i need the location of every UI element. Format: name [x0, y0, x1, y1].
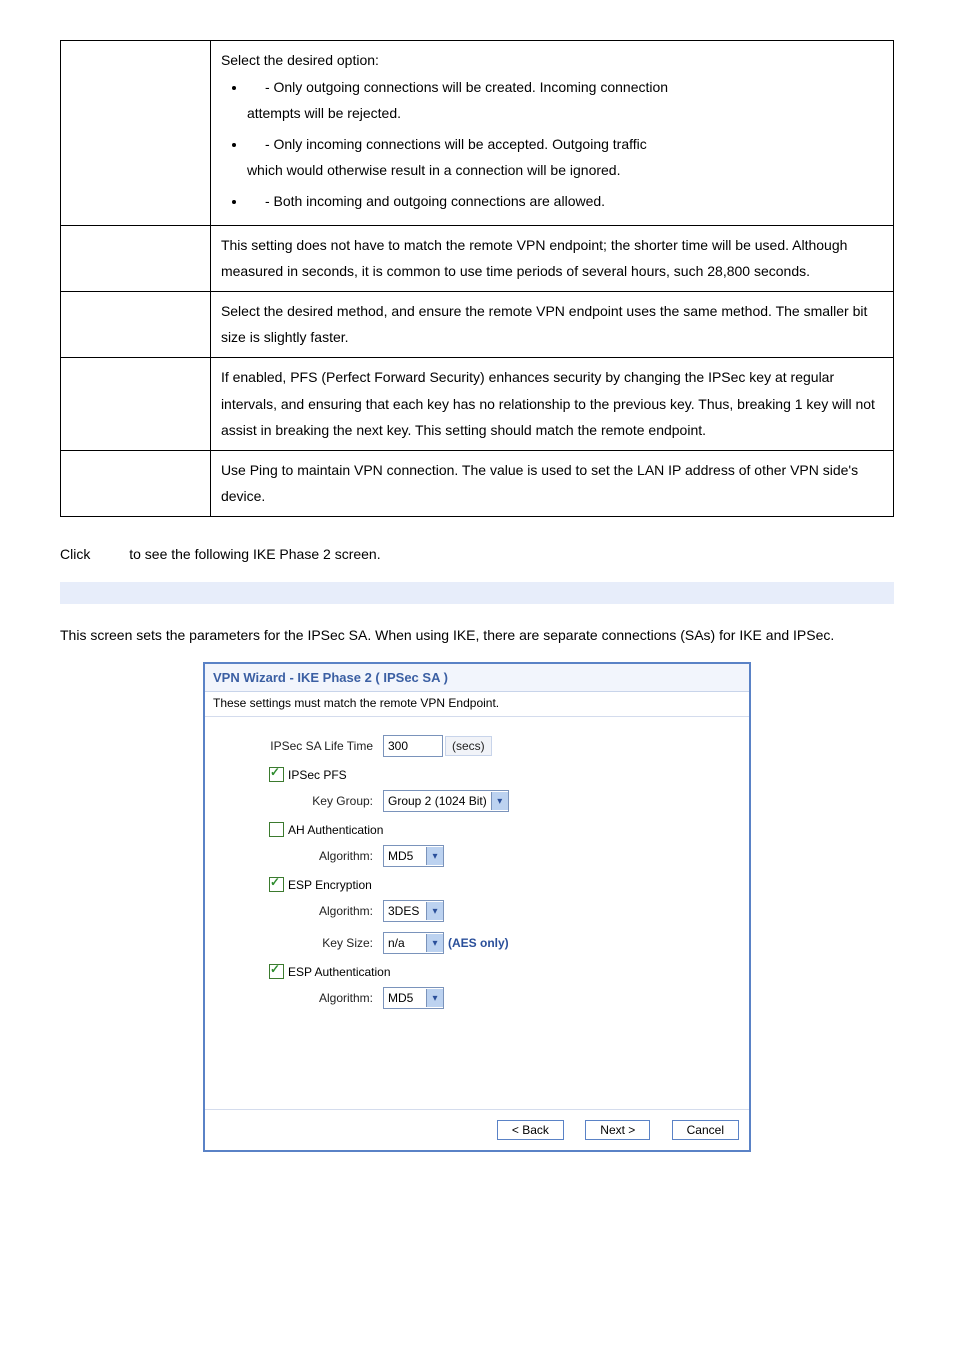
click-line: Click to see the following IKE Phase 2 s… — [60, 541, 894, 568]
options-row1-label — [61, 41, 211, 226]
chevron-down-icon: ▾ — [426, 902, 443, 920]
chevron-down-icon: ▾ — [491, 792, 508, 810]
section-band — [60, 582, 894, 604]
esp-auth-checkbox[interactable] — [269, 964, 284, 979]
ah-algo-value: MD5 — [388, 849, 422, 863]
options-row4-cell: If enabled, PFS (Perfect Forward Securit… — [210, 357, 893, 450]
options-row3-cell: Select the desired method, and ensure th… — [210, 291, 893, 357]
options-table: Select the desired option: - Only outgoi… — [60, 40, 894, 517]
ah-auth-checkbox[interactable] — [269, 822, 284, 837]
screen-desc: This screen sets the parameters for the … — [60, 622, 894, 649]
row1-b2: - Only incoming connections will be acce… — [265, 136, 647, 152]
row1-b2b: which would otherwise result in a connec… — [247, 162, 621, 178]
esp-auth-algo-value: MD5 — [388, 991, 422, 1005]
cancel-button[interactable]: Cancel — [672, 1120, 739, 1140]
ah-algo-select[interactable]: MD5 ▾ — [383, 845, 444, 867]
row1-b1b: attempts will be rejected. — [247, 105, 401, 121]
key-group-value: Group 2 (1024 Bit) — [388, 794, 487, 808]
esp-enc-checkbox[interactable] — [269, 877, 284, 892]
ipsec-life-input[interactable] — [383, 735, 443, 757]
chevron-down-icon: ▾ — [426, 989, 443, 1007]
ipsec-life-label: IPSec SA Life Time — [223, 739, 383, 753]
ah-auth-label: AH Authentication — [288, 823, 383, 837]
wizard-title: VPN Wizard - IKE Phase 2 ( IPSec SA ) — [205, 664, 749, 692]
esp-auth-algo-select[interactable]: MD5 ▾ — [383, 987, 444, 1009]
esp-algo-value: 3DES — [388, 904, 422, 918]
chevron-down-icon: ▾ — [426, 934, 443, 952]
chevron-down-icon: ▾ — [426, 847, 443, 865]
esp-auth-algo-label: Algorithm: — [223, 991, 383, 1005]
options-row5-label — [61, 450, 211, 516]
options-row2-cell: This setting does not have to match the … — [210, 225, 893, 291]
ah-algo-label: Algorithm: — [223, 849, 383, 863]
options-row4-label — [61, 357, 211, 450]
vpn-wizard-panel: VPN Wizard - IKE Phase 2 ( IPSec SA ) Th… — [203, 662, 751, 1152]
key-group-select[interactable]: Group 2 (1024 Bit) ▾ — [383, 790, 509, 812]
aes-only-label: (AES only) — [448, 936, 509, 950]
esp-auth-label: ESP Authentication — [288, 965, 391, 979]
row1-lead: Select the desired option: — [221, 52, 379, 68]
options-row1-cell: Select the desired option: - Only outgoi… — [210, 41, 893, 226]
key-group-label: Key Group: — [223, 794, 383, 808]
key-size-label: Key Size: — [223, 936, 383, 950]
esp-algo-select[interactable]: 3DES ▾ — [383, 900, 444, 922]
back-button[interactable]: < Back — [497, 1120, 564, 1140]
next-button[interactable]: Next > — [585, 1120, 650, 1140]
row1-b3: - Both incoming and outgoing connections… — [265, 193, 605, 209]
options-row3-label — [61, 291, 211, 357]
options-row5-cell: Use Ping to maintain VPN connection. The… — [210, 450, 893, 516]
key-size-select[interactable]: n/a ▾ — [383, 932, 444, 954]
wizard-subtitle: These settings must match the remote VPN… — [205, 692, 749, 717]
ipsec-pfs-label: IPSec PFS — [288, 768, 347, 782]
secs-label: (secs) — [445, 736, 492, 756]
ipsec-pfs-checkbox[interactable] — [269, 767, 284, 782]
options-row2-label — [61, 225, 211, 291]
esp-enc-label: ESP Encryption — [288, 878, 372, 892]
key-size-value: n/a — [388, 936, 422, 950]
esp-algo-label: Algorithm: — [223, 904, 383, 918]
row1-b1: - Only outgoing connections will be crea… — [265, 79, 668, 95]
